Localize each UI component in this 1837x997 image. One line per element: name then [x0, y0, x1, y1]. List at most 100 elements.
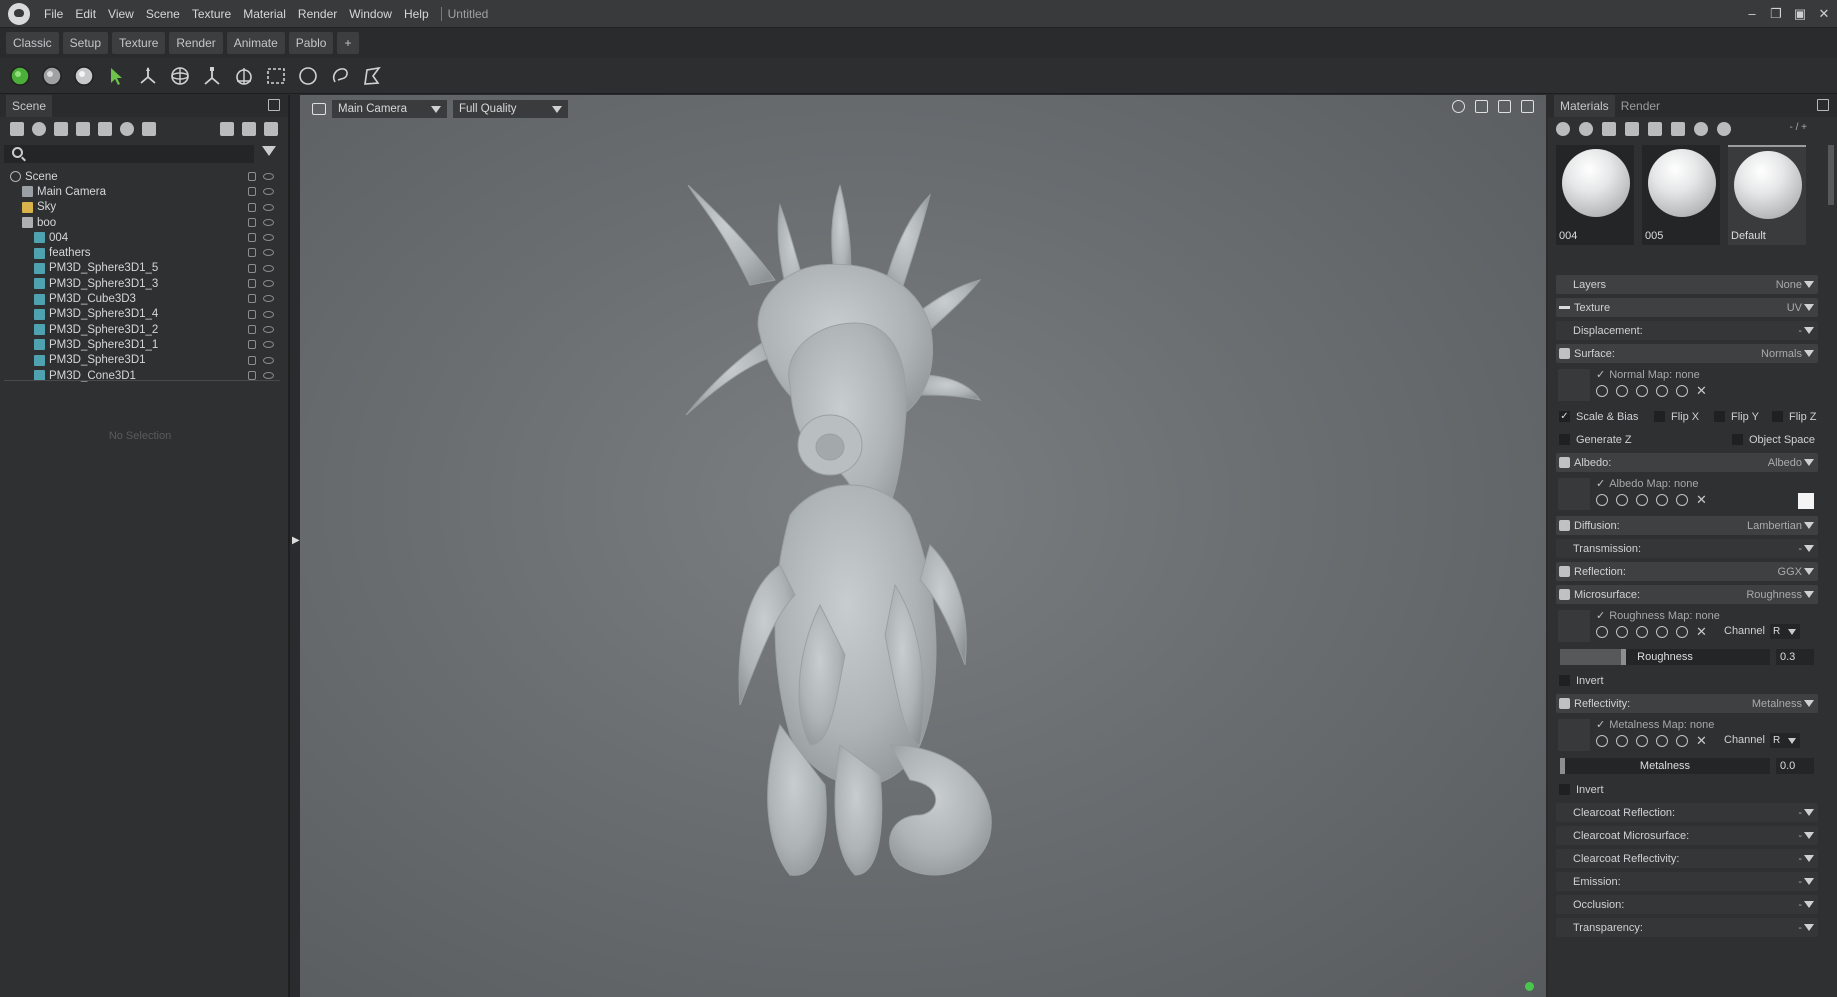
material-folder-icon[interactable] — [1625, 122, 1639, 136]
texture-section[interactable]: Texture UV — [1556, 298, 1818, 317]
undock-icon[interactable] — [1817, 99, 1829, 111]
tab-classic[interactable]: Classic — [6, 32, 59, 54]
visibility-eye-icon[interactable] — [263, 188, 274, 196]
visibility-eye-icon[interactable] — [263, 356, 274, 364]
normal-map-thumbnail[interactable] — [1558, 369, 1590, 401]
visibility-eye-icon[interactable] — [263, 371, 274, 379]
scene-tree-item[interactable]: Main Camera — [0, 184, 288, 199]
new-material-icon[interactable] — [1556, 122, 1570, 136]
visibility-eye-icon[interactable] — [263, 325, 274, 333]
transparency-row[interactable]: Transparency: - — [1556, 918, 1818, 937]
scale-bias-checkbox[interactable]: ✓ — [1559, 411, 1570, 422]
scene-search-input[interactable] — [4, 145, 254, 163]
metalness-slider[interactable]: Metalness 0.0 — [1556, 757, 1818, 776]
section-toggle[interactable] — [1559, 589, 1570, 600]
search-icon[interactable] — [1616, 385, 1628, 397]
material-swatch-selected[interactable]: Default — [1728, 145, 1806, 245]
shader-ball-icon[interactable] — [1602, 122, 1616, 136]
menu-render[interactable]: Render — [292, 0, 343, 28]
delete-material-icon[interactable] — [1648, 122, 1662, 136]
camera-dropdown[interactable]: Main Camera — [332, 100, 447, 118]
gear-icon[interactable] — [1596, 494, 1608, 506]
pick-icon[interactable] — [1636, 494, 1648, 506]
menu-help[interactable]: Help — [398, 0, 435, 28]
scene-tree-item[interactable]: Scene — [0, 169, 288, 184]
reflection-section[interactable]: Reflection: GGX — [1556, 562, 1818, 581]
add-bake-icon[interactable] — [142, 122, 156, 136]
occlusion-row[interactable]: Occlusion: - — [1556, 895, 1818, 914]
viewport-settings-icon[interactable] — [1452, 100, 1465, 113]
pick-icon[interactable] — [1636, 626, 1648, 638]
lasso-select-icon[interactable] — [328, 64, 352, 88]
edit-icon[interactable] — [1656, 494, 1668, 506]
collapse-panel-arrow-icon[interactable]: ▶ — [292, 535, 300, 557]
scene-tree-item[interactable]: PM3D_Sphere3D1_4 — [0, 307, 288, 322]
albedo-color-swatch[interactable] — [1798, 493, 1814, 509]
lock-icon[interactable] — [248, 294, 256, 304]
shaded-sphere-icon[interactable] — [40, 64, 64, 88]
scene-tree-item[interactable]: boo — [0, 215, 288, 230]
roughness-channel-select[interactable]: R — [1770, 624, 1800, 639]
matcap-sphere-icon[interactable] — [72, 64, 96, 88]
add-shadow-catcher-icon[interactable] — [98, 122, 112, 136]
roughness-value-field[interactable]: 0.3 — [1776, 649, 1814, 665]
search-icon[interactable] — [1616, 735, 1628, 747]
lock-icon[interactable] — [248, 263, 256, 273]
scene-tree-item[interactable]: PM3D_Sphere3D1_2 — [0, 322, 288, 337]
scene-tree-item[interactable]: PM3D_Sphere3D1_3 — [0, 276, 288, 291]
section-toggle[interactable] — [1559, 566, 1570, 577]
visibility-eye-icon[interactable] — [263, 310, 274, 318]
undock-icon[interactable] — [268, 99, 280, 111]
viewport-pan-icon[interactable] — [1475, 100, 1488, 113]
refresh-icon[interactable] — [1676, 385, 1688, 397]
visibility-eye-icon[interactable] — [263, 341, 274, 349]
cleanup-materials-icon[interactable] — [1717, 122, 1731, 136]
refresh-icon[interactable] — [1676, 626, 1688, 638]
lock-icon[interactable] — [248, 340, 256, 350]
add-sky-icon[interactable] — [76, 122, 90, 136]
tab-texture[interactable]: Texture — [112, 32, 166, 54]
slider-track[interactable]: Roughness — [1560, 649, 1770, 665]
section-toggle[interactable] — [1559, 520, 1570, 531]
clearcoat-reflectivity-row[interactable]: Clearcoat Reflectivity: - — [1556, 849, 1818, 868]
lock-icon[interactable] — [248, 370, 256, 380]
collapse-icon[interactable] — [1559, 306, 1570, 309]
restore-icon[interactable]: ❐ — [1769, 7, 1783, 21]
refresh-icon[interactable] — [1676, 494, 1688, 506]
rect-select-icon[interactable] — [264, 64, 288, 88]
microsurface-section[interactable]: Microsurface: Roughness — [1556, 585, 1818, 604]
section-toggle[interactable] — [1559, 348, 1570, 359]
lock-icon[interactable] — [248, 324, 256, 334]
roughness-map-thumbnail[interactable] — [1558, 610, 1590, 642]
add-turntable-icon[interactable] — [120, 122, 134, 136]
pick-icon[interactable] — [1636, 385, 1648, 397]
scene-tree-item[interactable]: PM3D_Sphere3D1_5 — [0, 261, 288, 276]
new-folder-icon[interactable] — [220, 122, 234, 136]
tab-pablo[interactable]: Pablo — [288, 32, 334, 54]
tab-render[interactable]: Render — [169, 32, 223, 54]
object-space-checkbox[interactable] — [1732, 434, 1743, 445]
swatch-scrollbar[interactable] — [1828, 145, 1834, 205]
menu-window[interactable]: Window — [343, 0, 398, 28]
circle-select-icon[interactable] — [296, 64, 320, 88]
search-icon[interactable] — [1616, 626, 1628, 638]
section-toggle[interactable] — [1559, 457, 1570, 468]
material-library-icon[interactable] — [1694, 122, 1708, 136]
visibility-eye-icon[interactable] — [263, 295, 274, 303]
add-light-icon[interactable] — [32, 122, 46, 136]
lock-icon[interactable] — [248, 217, 256, 227]
lock-icon[interactable] — [248, 248, 256, 258]
metalness-value-field[interactable]: 0.0 — [1776, 758, 1814, 774]
tab-materials[interactable]: Materials — [1554, 95, 1615, 117]
section-toggle[interactable] — [1559, 698, 1570, 709]
scene-tree-item[interactable]: PM3D_Sphere3D1_1 — [0, 337, 288, 352]
menu-file[interactable]: File — [38, 0, 69, 28]
add-tab-button[interactable]: + — [337, 32, 359, 54]
visibility-eye-icon[interactable] — [263, 203, 274, 211]
tab-render-settings[interactable]: Render — [1615, 95, 1666, 117]
roughness-slider[interactable]: Roughness 0.3 — [1556, 648, 1818, 667]
polygon-select-icon[interactable] — [360, 64, 384, 88]
quality-dropdown[interactable]: Full Quality — [453, 100, 568, 118]
duplicate-material-icon[interactable] — [1579, 122, 1593, 136]
menu-scene[interactable]: Scene — [140, 0, 186, 28]
